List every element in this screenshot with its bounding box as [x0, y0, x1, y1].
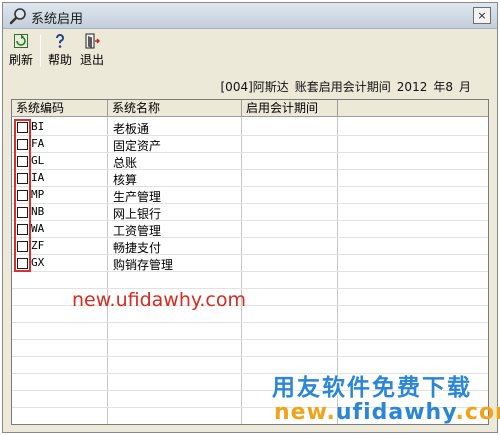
table-row[interactable]: FA 固定资产	[12, 136, 488, 153]
system-code: FA	[31, 137, 45, 150]
column-header-code[interactable]: 系统编码	[12, 100, 108, 117]
magnifier-icon	[9, 8, 26, 25]
account-period-info: [004]阿斯达 账套启用会计期间 2012 年8 月	[215, 78, 472, 95]
account-month: 年8	[433, 80, 453, 94]
system-code: ZF	[31, 239, 45, 252]
refresh-button[interactable]: 刷新	[4, 33, 38, 69]
system-name: 总账	[113, 156, 138, 170]
table-row[interactable]: BI 老板通	[12, 119, 488, 136]
help-button[interactable]: 帮助	[43, 33, 77, 69]
table-row[interactable]: IA 核算	[12, 170, 488, 187]
watermark-url-large: new.ufidawhy.com	[274, 400, 500, 425]
account-period-label: 账套启用会计期间	[294, 80, 391, 94]
system-code: GX	[31, 256, 45, 269]
watermark-url-suffix: .com	[455, 400, 500, 425]
account-name: [004]阿斯达	[220, 80, 289, 94]
checkbox-highlight-box	[14, 119, 31, 272]
help-label: 帮助	[47, 53, 72, 67]
exit-door-icon	[85, 33, 100, 49]
system-name: 老板通	[113, 122, 150, 136]
toolbar: 刷新 帮助 退出	[3, 31, 497, 71]
column-header-period[interactable]: 启用会计期间	[242, 100, 338, 117]
table-row[interactable]: ZF 畅捷支付	[12, 238, 488, 255]
close-button[interactable]: ×	[473, 7, 491, 24]
row-divider	[12, 322, 488, 323]
system-code: IA	[31, 171, 45, 184]
refresh-label: 刷新	[8, 53, 33, 67]
watermark-url-prefix: new.	[274, 400, 336, 425]
watermark-url-domain: ufidawhy	[335, 400, 456, 425]
system-name: 固定资产	[113, 139, 162, 153]
system-name: 购销存管理	[113, 258, 174, 272]
system-code: MP	[31, 188, 45, 201]
system-name: 畅捷支付	[113, 241, 162, 255]
watermark-slogan: 用友软件免费下载	[272, 375, 472, 401]
system-code: WA	[31, 222, 45, 235]
table-header: 系统编码 系统名称 启用会计期间	[12, 100, 488, 117]
window-title: 系统启用	[31, 12, 84, 27]
system-code: BI	[31, 120, 45, 133]
column-header-name[interactable]: 系统名称	[108, 100, 242, 117]
question-mark-icon	[55, 34, 64, 48]
system-name: 生产管理	[113, 190, 162, 204]
row-divider	[12, 356, 488, 357]
account-year: 2012	[396, 80, 428, 94]
table-row[interactable]: WA 工资管理	[12, 221, 488, 238]
refresh-icon	[14, 34, 28, 48]
system-name: 工资管理	[113, 224, 162, 238]
table-row[interactable]: GX 购销存管理	[12, 255, 488, 272]
system-name: 网上银行	[113, 207, 162, 221]
system-code: NB	[31, 205, 45, 218]
watermark-url: new.ufidawhy.com	[72, 289, 247, 311]
table-row[interactable]: NB 网上银行	[12, 204, 488, 221]
system-code: GL	[31, 154, 45, 167]
toolbar-separator	[40, 35, 41, 67]
month-unit: 月	[458, 80, 471, 94]
exit-button[interactable]: 退出	[75, 33, 109, 69]
table-row[interactable]: GL 总账	[12, 153, 488, 170]
row-divider	[12, 339, 488, 340]
exit-label: 退出	[79, 53, 104, 67]
title-bar: 系统启用 ×	[3, 3, 497, 29]
system-name: 核算	[113, 173, 138, 187]
table-row[interactable]: MP 生产管理	[12, 187, 488, 204]
